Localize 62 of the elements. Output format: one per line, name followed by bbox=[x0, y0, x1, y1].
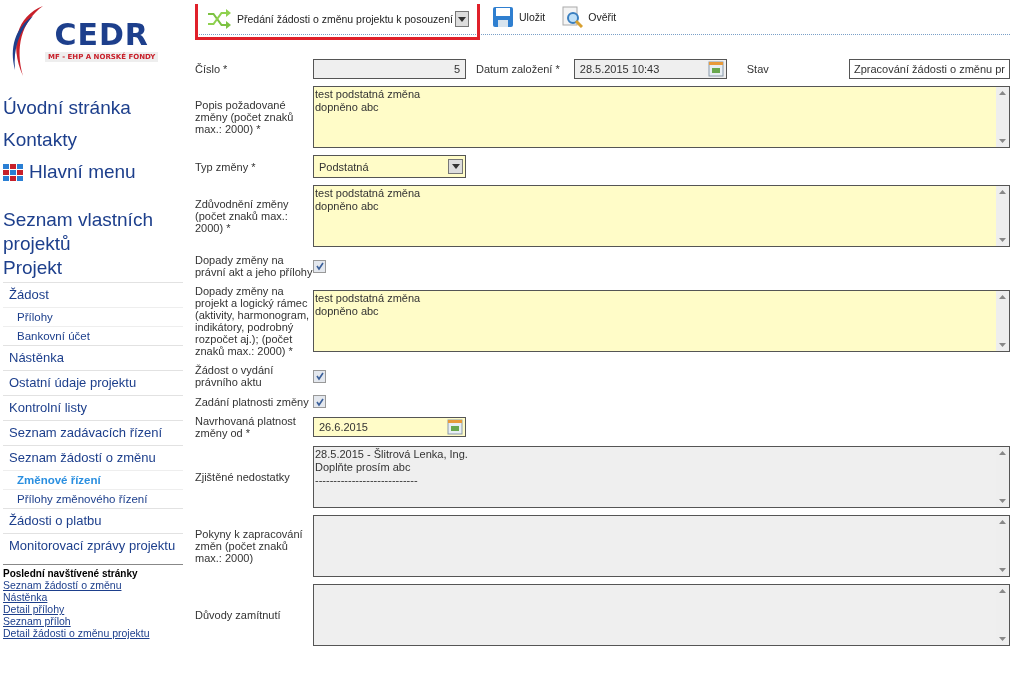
nav-link[interactable]: Úvodní stránka bbox=[3, 92, 131, 124]
field-label: Důvody zamítnutí bbox=[195, 609, 282, 621]
caret-icon bbox=[448, 159, 463, 174]
magnifier-document-icon bbox=[561, 6, 584, 28]
recent-page-link[interactable]: Detail žádosti o změnu projektu bbox=[3, 627, 150, 639]
toolbar-button[interactable]: Ověřit bbox=[561, 6, 617, 28]
scroll-bar[interactable] bbox=[996, 87, 1009, 147]
number-field[interactable]: 5 bbox=[313, 59, 466, 79]
nav-subitem[interactable]: Přílohy bbox=[3, 307, 183, 326]
recent-page-link[interactable]: Seznam žádostí o změnu bbox=[3, 579, 122, 591]
nav-item[interactable]: Seznam žádostí o změnu bbox=[3, 445, 183, 470]
nav-item[interactable]: Seznam zadávacích řízení bbox=[3, 420, 183, 445]
dropdown-button[interactable] bbox=[454, 11, 469, 27]
calendar-icon[interactable] bbox=[707, 61, 724, 77]
nav-item[interactable]: Monitorovací zprávy projektu bbox=[3, 533, 183, 558]
status-field[interactable]: Zpracování žádosti o změnu pr bbox=[848, 59, 1010, 79]
select-field[interactable]: Podstatná bbox=[313, 155, 466, 178]
checkbox[interactable] bbox=[313, 395, 326, 408]
text-area[interactable]: test podstatná změna dopněno abc bbox=[313, 185, 1010, 247]
text-area[interactable]: test podstatná změna dopněno abc bbox=[313, 290, 1010, 352]
field-label: Pokyny k zapracování změn (počet znaků max.: 2000) bbox=[195, 528, 304, 564]
date-field[interactable]: 26.6.2015 bbox=[313, 417, 466, 437]
field-label: Zjištěné nedostatky bbox=[195, 471, 291, 483]
logo-name: CEDR bbox=[54, 18, 149, 52]
scroll-bar[interactable] bbox=[996, 291, 1009, 351]
field-label: Navrhovaná platnost změny od * bbox=[195, 415, 297, 439]
text-area[interactable]: test podstatná změna dopněno abc bbox=[313, 86, 1010, 148]
field-label: Zdůvodnění změny (počet znaků max.: 2000) * bbox=[195, 198, 290, 234]
caret-icon bbox=[457, 16, 466, 22]
crossed-arrows-icon bbox=[206, 9, 232, 29]
toolbar-button[interactable]: Uložit bbox=[491, 6, 546, 28]
checkbox[interactable] bbox=[313, 259, 326, 273]
nav-link[interactable]: Projekt bbox=[3, 256, 63, 280]
field-label: Popis požadované změny (počet znaků max.: 2000) * bbox=[195, 99, 295, 135]
field-label: Číslo * bbox=[195, 63, 229, 75]
field-label: Stav bbox=[746, 63, 769, 75]
nav-item[interactable]: Žádosti o platbu bbox=[3, 508, 183, 533]
recent-pages-heading: Poslední navštívené stránky bbox=[3, 568, 138, 579]
grid-icon bbox=[3, 163, 23, 181]
nav-item[interactable]: Ostatní údaje projektu bbox=[3, 370, 183, 395]
field-label: Dopady změny na projekt a logický rámec (aktivity, harmonogram, indikátory, podrobný rozpočet aj.); (počet znaků max.: 2000) * bbox=[195, 285, 311, 357]
nav-link[interactable]: Kontakty bbox=[3, 124, 77, 156]
nav-item[interactable]: Žádost bbox=[3, 282, 183, 307]
recent-page-link[interactable]: Detail přílohy bbox=[3, 603, 65, 615]
checkbox[interactable] bbox=[313, 369, 326, 383]
field-label: Dopady změny na právní akt a jeho přílohy bbox=[195, 254, 313, 278]
nav-link[interactable]: Seznam vlastních projektů bbox=[3, 208, 168, 256]
field-label: Žádost o vydání právního aktu bbox=[195, 364, 275, 388]
calendar-icon[interactable] bbox=[447, 419, 463, 435]
recent-page-link[interactable]: Nástěnka bbox=[3, 591, 48, 603]
field-label: Typ změny * bbox=[195, 160, 257, 173]
recent-page-link[interactable]: Seznam příloh bbox=[3, 615, 71, 627]
date-field[interactable]: 28.5.2015 10:43 bbox=[573, 59, 727, 79]
main-menu-link[interactable]: Hlavní menu bbox=[3, 156, 136, 188]
nav-subitem[interactable]: Bankovní účet bbox=[3, 326, 183, 345]
nav-item[interactable]: Kontrolní listy bbox=[3, 395, 183, 420]
field-label: Zadání platnosti změny bbox=[195, 395, 310, 408]
field-label: Datum založení * bbox=[476, 63, 560, 75]
nav-subitem[interactable]: Přílohy změnového řízení bbox=[3, 489, 183, 508]
scroll-bar[interactable] bbox=[996, 186, 1009, 246]
nav-subitem[interactable]: Změnové řízení bbox=[3, 470, 183, 489]
nav-item[interactable]: Nástěnka bbox=[3, 345, 183, 370]
